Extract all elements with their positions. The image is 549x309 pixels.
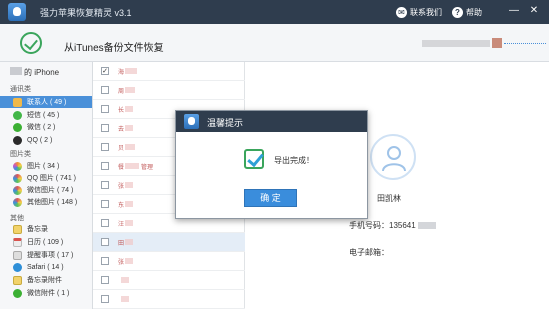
reminders-icon [13,250,22,260]
row-name: 东 [118,203,125,209]
sidebar-item-sms[interactable]: 短信 ( 45 ) [0,109,92,121]
row-checkbox[interactable] [101,257,109,265]
list-item[interactable]: 张 [93,252,245,271]
list-item[interactable]: 周 [93,81,245,100]
group-contacts-label: 通讯类 [10,86,31,93]
sidebar-item-notes[interactable]: 备忘录 [0,223,92,235]
sidebar-item-calendar[interactable]: 日历 ( 109 ) [0,236,92,248]
other-photos-icon [13,197,22,207]
account-link[interactable] [504,41,546,44]
row-checkbox[interactable] [101,219,109,227]
sms-icon [13,110,22,120]
qq-icon [13,135,22,145]
row-checkbox[interactable] [101,295,109,303]
row-name: 贝 [118,146,125,152]
app-title: 强力苹果恢复精灵 v3.1 [40,8,132,18]
wechat-photos-icon [13,185,22,195]
sidebar-item-safari[interactable]: Safari ( 14 ) [0,261,92,273]
qq-photos-icon [13,173,22,183]
row-checkbox[interactable] [101,143,109,151]
contact-avatar [370,134,416,180]
export-complete-dialog: 温馨提示 导出完成！ 确 定 [175,110,368,219]
list-item[interactable]: 田 [93,233,245,252]
notes-attachment-icon [13,275,22,285]
success-check-icon [244,149,264,169]
phone-blurred [417,222,436,230]
ok-button[interactable]: 确 定 [244,189,297,207]
row-name: 去 [118,127,125,133]
row-checkbox[interactable] [101,124,109,132]
help-label: 帮助 [466,7,482,17]
row-name: 汪 [118,222,125,228]
row-checkbox[interactable] [101,105,109,113]
app-logo-icon [8,3,26,21]
row-checkbox[interactable] [101,276,109,284]
sidebar-item-wechat-attachment[interactable]: 微信附件 ( 1 ) [0,287,92,299]
page-header: 从iTunes备份文件恢复 [0,24,549,62]
row-checkbox[interactable] [101,200,109,208]
wechat-attachment-icon [13,288,22,298]
sidebar-item-qq-photos[interactable]: QQ 图片 ( 741 ) [0,172,92,184]
row-checkbox[interactable] [101,181,109,189]
dialog-title: 温馨提示 [207,118,244,128]
sidebar-item-notes-attachment[interactable]: 备忘录附件 [0,274,92,286]
sidebar-item-photos[interactable]: 图片 ( 34 ) [0,160,92,172]
contacts-icon [13,97,22,107]
person-icon [382,146,406,172]
sidebar-item-wechat[interactable]: 微信 ( 2 ) [0,121,92,133]
row-checkbox[interactable]: ✓ [101,67,109,75]
row-name: 张 [118,260,125,266]
row-name: 餐 [118,165,125,171]
title-bar: 强力苹果恢复精灵 v3.1 ✉ 联系我们 ? 帮助 — ✕ [0,0,549,24]
help-icon: ? [452,6,463,18]
row-name: 张 [118,184,125,190]
calendar-icon [13,237,22,247]
page-title: 从iTunes备份文件恢复 [64,43,164,54]
device-label: 的 iPhone [10,67,59,78]
list-item[interactable] [93,271,245,290]
photos-icon [13,161,22,171]
user-avatar[interactable] [492,38,502,48]
row-name: 田 [118,241,125,247]
email-field: 电子邮箱： [349,248,389,257]
contact-us-label: 联系我们 [410,7,442,17]
sidebar-item-wechat-photos[interactable]: 微信图片 ( 74 ) [0,184,92,196]
mail-icon: ✉ [396,6,407,18]
row-checkbox[interactable] [101,238,109,246]
row-name: 海 [118,70,125,76]
row-checkbox[interactable] [101,162,109,170]
group-images-label: 图片类 [10,151,31,158]
wechat-icon [13,122,22,132]
dialog-message: 导出完成！ [274,156,314,165]
safari-icon [13,262,22,272]
row-name: 长 [118,108,125,114]
dialog-header: 温馨提示 [176,111,367,132]
group-others-label: 其他 [10,215,24,222]
phone-field: 手机号码：135641 [349,220,436,231]
list-item[interactable]: ✓ 海 [93,62,245,81]
help-button[interactable]: ? 帮助 [452,5,482,19]
user-name-blurred [422,40,490,47]
minimize-button[interactable]: — [508,5,520,17]
sidebar-item-qq[interactable]: QQ ( 2 ) [0,134,92,146]
sidebar-item-reminders[interactable]: 提醒事项 ( 17 ) [0,249,92,261]
contact-us-button[interactable]: ✉ 联系我们 [396,5,442,19]
sidebar-item-other-photos[interactable]: 其他图片 ( 148 ) [0,196,92,208]
device-name-blurred [10,67,22,75]
row-name: 周 [118,89,125,95]
row-name-suffix: 管理 [141,165,154,171]
checkmark-logo-icon [20,32,42,54]
category-sidebar: 的 iPhone 通讯类 联系人 ( 49 ) 短信 ( 45 ) 微信 ( 2… [0,62,93,309]
close-button[interactable]: ✕ [528,5,540,17]
dialog-logo-icon [184,114,199,129]
sidebar-item-contacts[interactable]: 联系人 ( 49 ) [0,96,92,108]
contact-name: 田凯林 [377,194,401,203]
row-checkbox[interactable] [101,86,109,94]
notes-icon [13,224,22,234]
list-item[interactable] [93,290,245,309]
